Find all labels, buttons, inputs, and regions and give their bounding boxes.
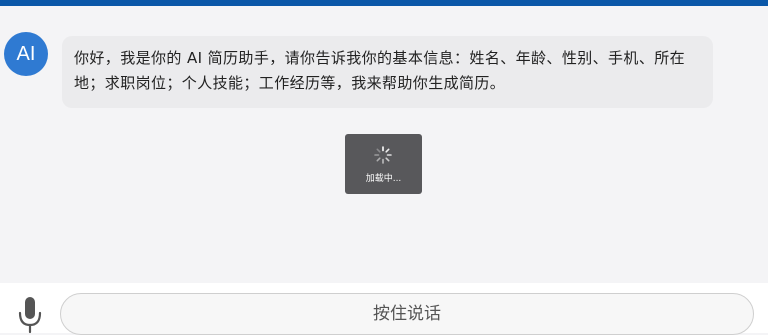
ai-message-bubble: 你好，我是你的 AI 简历助手，请你告诉我你的基本信息：姓名、年龄、性别、手机、… xyxy=(62,36,713,108)
chat-area: AI 你好，我是你的 AI 简历助手，请你告诉我你的基本信息：姓名、年龄、性别、… xyxy=(0,6,768,283)
loading-label: 加载中... xyxy=(365,174,402,184)
hold-to-talk-button[interactable]: 按住说话 xyxy=(60,293,754,335)
loading-toast: 加载中... xyxy=(345,134,422,194)
ai-avatar: AI xyxy=(4,32,48,76)
microphone-icon[interactable] xyxy=(14,295,46,335)
loading-spinner-icon xyxy=(374,146,392,164)
input-bar: 按住说话 xyxy=(0,283,768,335)
